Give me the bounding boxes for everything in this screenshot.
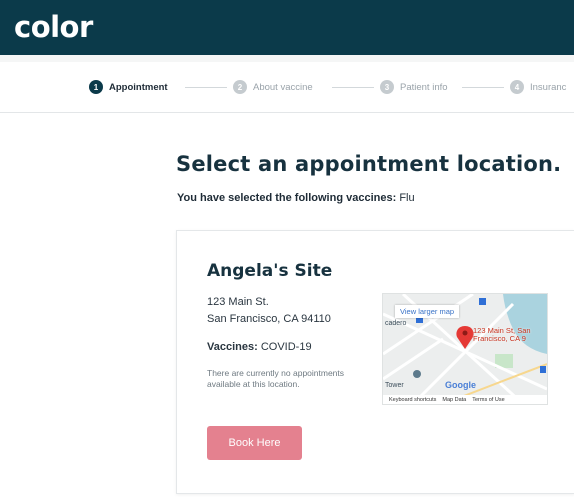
selected-vaccines-label: You have selected the following vaccines…: [177, 192, 397, 204]
map-pin-label: 123 Main St, San Francisco, CA 9: [473, 326, 531, 343]
color-logo[interactable]: color: [14, 10, 93, 44]
location-name: Angela's Site: [207, 261, 333, 281]
step-patient-info[interactable]: 3 Patient info: [380, 79, 448, 95]
location-vaccines: Vaccines: COVID-19: [207, 341, 312, 353]
location-card: Angela's Site 123 Main St. San Francisco…: [176, 230, 574, 494]
step-appointment[interactable]: 1 Appointment: [89, 79, 168, 95]
selected-vaccines-text: You have selected the following vaccines…: [177, 192, 415, 204]
step-number: 2: [233, 80, 247, 94]
step-label: Patient info: [400, 81, 448, 93]
page-title: Select an appointment location.: [176, 152, 562, 176]
step-connector: [462, 87, 504, 88]
google-logo: Google: [445, 380, 476, 390]
step-number: 4: [510, 80, 524, 94]
address-line-1: 123 Main St.: [207, 296, 269, 308]
keyboard-shortcuts-link[interactable]: Keyboard shortcuts: [389, 397, 436, 403]
location-address: 123 Main St. San Francisco, CA 94110: [207, 294, 331, 328]
top-bar: color: [0, 0, 574, 55]
step-label: Appointment: [109, 81, 168, 93]
map-footer: Keyboard shortcuts Map Data Terms of Use: [383, 395, 547, 404]
map-tower-label: Tower: [385, 382, 404, 389]
step-number: 1: [89, 80, 103, 94]
map-data-link[interactable]: Map Data: [442, 397, 466, 403]
book-here-button[interactable]: Book Here: [207, 426, 302, 460]
vaccines-value: COVID-19: [260, 341, 312, 353]
progress-stepper: 1 Appointment 2 About vaccine 3 Patient …: [0, 62, 574, 113]
availability-note: There are currently no appointments avai…: [207, 368, 345, 389]
location-map[interactable]: View larger map 123 Main St, San Francis…: [382, 293, 548, 405]
selected-vaccines-value: Flu: [399, 192, 415, 204]
view-larger-map-link[interactable]: View larger map: [395, 305, 460, 318]
terms-of-use-link[interactable]: Terms of Use: [472, 397, 504, 403]
step-label: Insuranc: [530, 81, 567, 93]
step-label: About vaccine: [253, 81, 313, 93]
map-area-label: cadero: [385, 320, 407, 327]
logo-text: color: [14, 10, 93, 44]
vaccines-label: Vaccines:: [207, 341, 258, 353]
step-about-vaccine[interactable]: 2 About vaccine: [233, 79, 313, 95]
step-connector: [332, 87, 374, 88]
step-connector: [185, 87, 227, 88]
step-number: 3: [380, 80, 394, 94]
step-insurance[interactable]: 4 Insuranc: [510, 79, 566, 95]
address-line-2: San Francisco, CA 94110: [207, 313, 331, 325]
